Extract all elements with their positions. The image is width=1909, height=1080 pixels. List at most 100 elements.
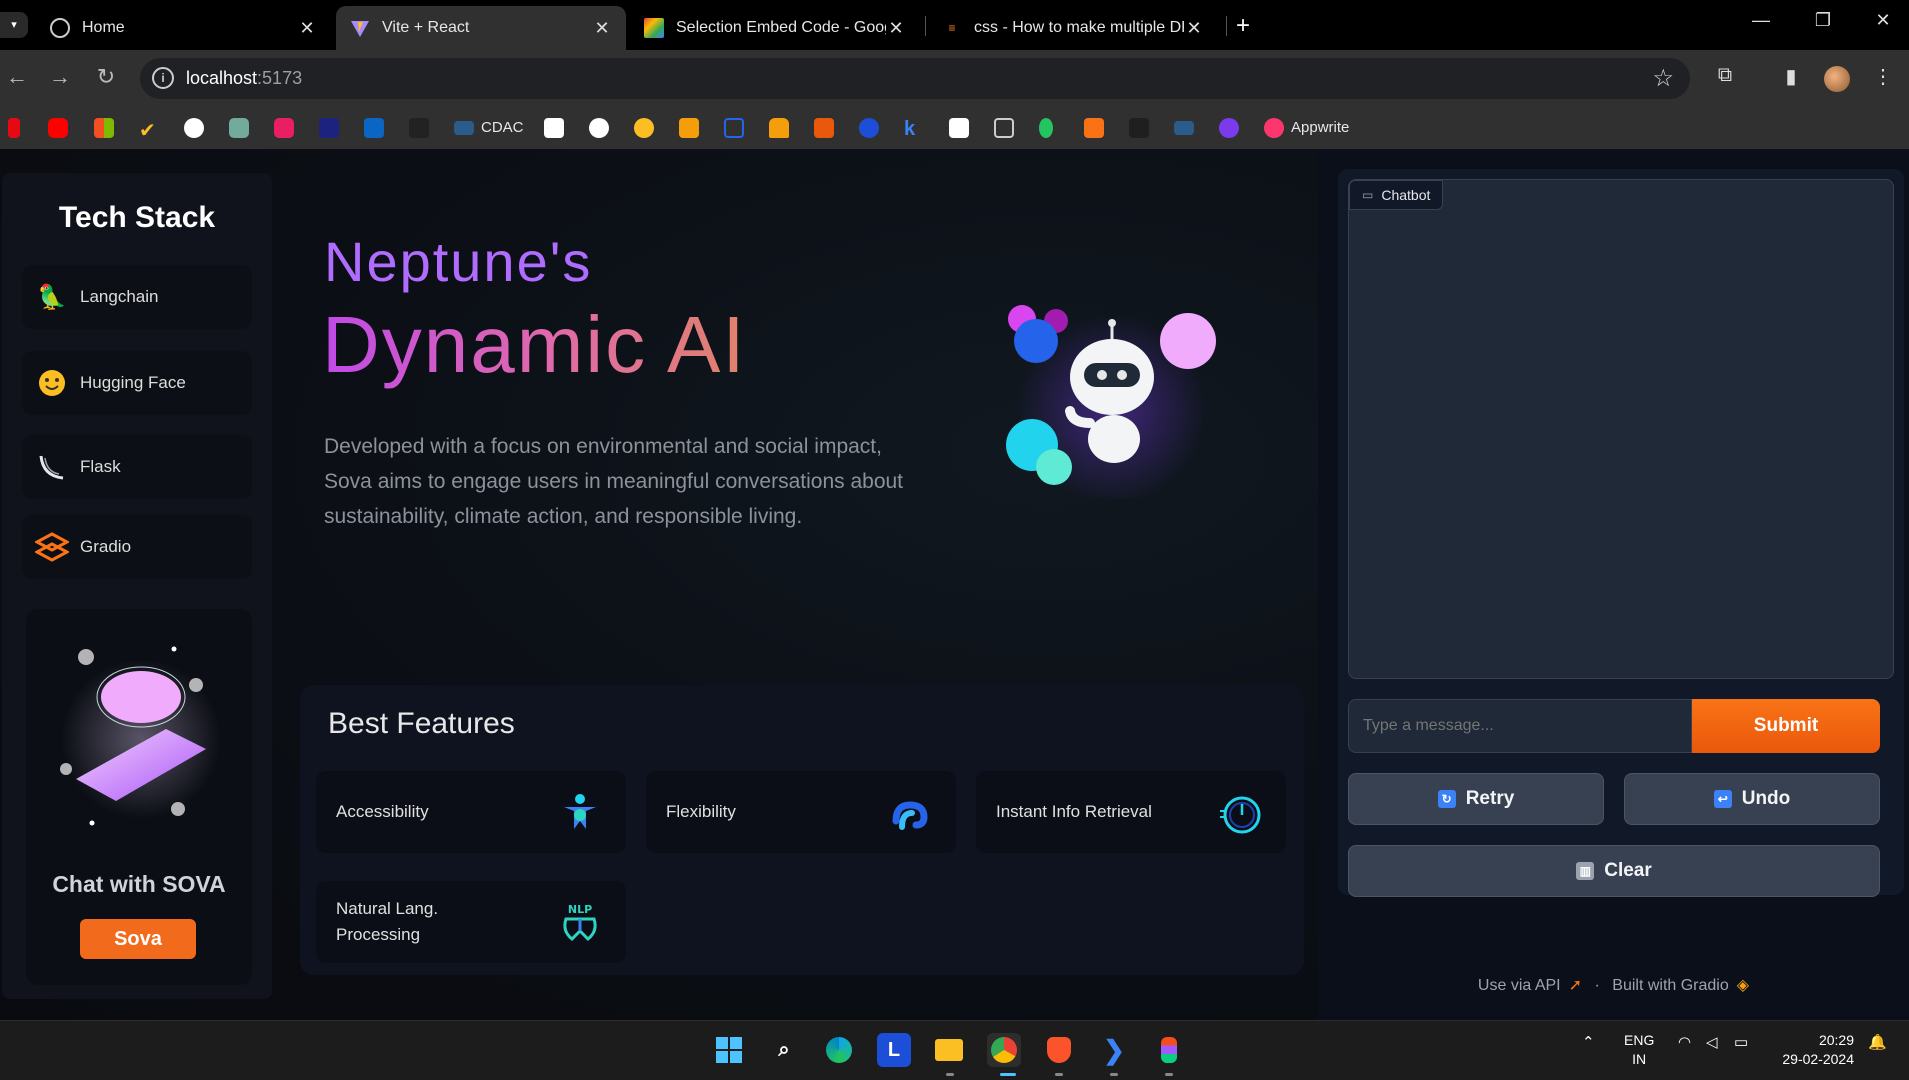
windows-start-icon[interactable] [712, 1033, 746, 1067]
close-window-icon[interactable]: ✕ [1868, 10, 1898, 31]
stack-icon[interactable] [679, 118, 699, 138]
site-info-icon[interactable]: i [152, 67, 174, 89]
use-via-api-link[interactable]: Use via API [1478, 977, 1561, 994]
bookmark-cdac-label[interactable]: CDAC [481, 119, 524, 136]
bookmark-purple-icon[interactable] [1219, 118, 1239, 138]
tab-vite-react[interactable]: Vite + React ✕ [336, 6, 626, 50]
bookmark-pink-icon[interactable] [274, 118, 294, 138]
l-app-icon[interactable]: L [877, 1033, 911, 1067]
undo-button[interactable]: ↩ Undo [1624, 773, 1880, 825]
coursera-icon[interactable] [859, 118, 879, 138]
profile-avatar[interactable] [1824, 66, 1850, 92]
bookmark-blue-icon[interactable] [724, 118, 744, 138]
side-panel-icon[interactable]: ▮ [1776, 64, 1806, 89]
url-text[interactable]: localhost:5173 [186, 68, 302, 89]
bookmark-dark-icon[interactable] [409, 118, 429, 138]
tab-stackoverflow[interactable]: ≡ css - How to make multiple DRO ✕ [928, 6, 1218, 50]
battery-icon[interactable]: ▭ [1734, 1033, 1748, 1051]
url-host: localhost [186, 68, 258, 88]
netflix-icon[interactable] [8, 118, 20, 138]
k-icon[interactable]: k [904, 118, 924, 140]
close-icon[interactable]: ✕ [886, 18, 906, 39]
tab-search-button[interactable]: ▾ [0, 12, 28, 38]
submit-button[interactable]: Submit [1692, 699, 1880, 753]
stack-item-hugging-face[interactable]: Hugging Face [22, 351, 252, 415]
firebase-icon[interactable] [769, 118, 789, 138]
restore-icon[interactable]: ❐ [1808, 10, 1838, 31]
new-tab-icon[interactable]: + [1236, 12, 1250, 40]
retry-icon: ↻ [1437, 790, 1456, 808]
retry-button[interactable]: ↻ Retry [1348, 773, 1604, 825]
appwrite-icon[interactable] [1264, 118, 1284, 138]
tab-selection-embed[interactable]: Selection Embed Code - Google ✕ [630, 6, 920, 50]
bookmark-flame-icon[interactable] [1084, 118, 1104, 138]
active-indicator [1000, 1073, 1016, 1076]
edge-icon[interactable] [822, 1033, 856, 1067]
volume-icon[interactable]: ◁ [1706, 1033, 1718, 1051]
brave-icon[interactable] [1042, 1033, 1076, 1067]
checkmark-icon[interactable]: ✔ [139, 118, 159, 142]
microsoft-icon[interactable] [94, 118, 114, 138]
search-icon[interactable]: ⌕ [767, 1033, 801, 1067]
vscode-icon[interactable]: ❯ [1097, 1033, 1131, 1067]
bookmark-appwrite-label[interactable]: Appwrite [1291, 119, 1349, 136]
address-bar[interactable]: i localhost:5173 ☆ [140, 58, 1690, 99]
close-icon[interactable]: ✕ [592, 18, 612, 39]
chatgpt-icon[interactable] [229, 118, 249, 138]
hugging-face-icon [34, 365, 70, 401]
mongodb-icon[interactable] [1039, 118, 1053, 138]
bookmark-cc-icon[interactable] [994, 118, 1014, 138]
hugging-face-bookmark-icon[interactable] [634, 118, 654, 138]
features-section: Best Features Accessibility Flexibility … [300, 685, 1304, 975]
bookmark-dh-icon[interactable] [319, 118, 339, 138]
stopwatch-icon [1220, 796, 1261, 834]
chevron-up-icon[interactable]: ⌃ [1582, 1033, 1595, 1051]
chrome-icon[interactable] [987, 1033, 1021, 1067]
close-icon[interactable]: ✕ [297, 18, 317, 39]
gradio-icon [34, 529, 70, 565]
github-icon[interactable] [589, 118, 609, 138]
bookmark-orange-icon[interactable] [814, 118, 834, 138]
close-icon[interactable]: ✕ [1184, 18, 1204, 39]
bookmark-star-icon[interactable]: ☆ [1652, 64, 1674, 93]
built-with-gradio-link[interactable]: Built with Gradio [1612, 977, 1729, 994]
notification-bell-icon[interactable]: 🔔 [1868, 1033, 1887, 1051]
file-explorer-icon[interactable] [932, 1033, 966, 1067]
back-icon[interactable]: ← [3, 64, 31, 90]
feature-card-instant-info: Instant Info Retrieval [976, 771, 1286, 853]
youtube-icon[interactable] [48, 118, 68, 138]
stack-item-gradio[interactable]: Gradio [22, 515, 252, 579]
hero-title: Dynamic AI [322, 300, 747, 389]
cisco-icon[interactable] [949, 118, 969, 138]
extensions-icon[interactable]: ⧉ [1710, 64, 1740, 87]
sova-button[interactable]: Sova [80, 919, 196, 959]
stack-item-flask[interactable]: Flask [22, 435, 252, 499]
language-indicator[interactable]: ENG IN [1624, 1031, 1654, 1069]
wifi-icon[interactable]: ◠ [1678, 1033, 1691, 1051]
reload-icon[interactable]: ↻ [92, 64, 120, 90]
bookmark-doc-icon[interactable] [544, 118, 564, 138]
running-indicator [946, 1073, 954, 1076]
minimize-icon[interactable]: — [1746, 10, 1776, 31]
clear-label: Clear [1604, 860, 1652, 881]
system-clock[interactable]: 20:29 29-02-2024 [1774, 1031, 1854, 1069]
features-title: Best Features [328, 707, 515, 740]
clear-button[interactable]: ▥ Clear [1348, 845, 1880, 897]
running-indicator [1165, 1073, 1173, 1076]
codechef-icon[interactable] [184, 118, 204, 138]
stack-item-label: Flask [80, 457, 121, 476]
bookmark-black-icon[interactable] [1129, 118, 1149, 138]
stackoverflow-icon: ≡ [948, 21, 956, 35]
figma-icon[interactable] [1152, 1033, 1186, 1067]
linkedin-icon[interactable] [364, 118, 384, 138]
menu-icon[interactable]: ⋮ [1868, 64, 1898, 89]
tab-title: Vite + React [382, 19, 470, 36]
feature-label: Natural Lang. Processing [336, 899, 439, 944]
bookmark-bar-icon[interactable] [1174, 121, 1194, 135]
message-input[interactable] [1348, 699, 1692, 753]
forward-icon[interactable]: → [46, 64, 74, 90]
tab-home[interactable]: Home ✕ [36, 6, 331, 50]
cdac-icon[interactable] [454, 121, 474, 135]
chatbot-area[interactable]: ▭ Chatbot [1348, 179, 1894, 679]
stack-item-langchain[interactable]: 🦜 Langchain [22, 265, 252, 329]
